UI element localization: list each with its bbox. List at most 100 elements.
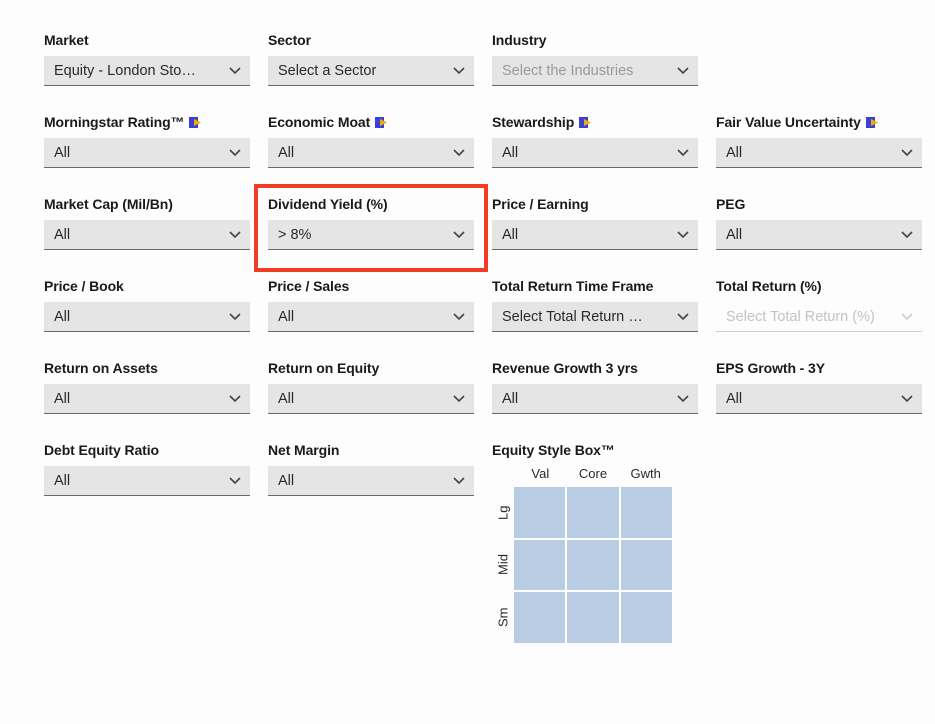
premium-icon	[375, 117, 388, 128]
return-on-assets-select[interactable]: All	[44, 384, 250, 414]
select-value: All	[278, 391, 294, 407]
field-debt-equity: Debt Equity Ratio All	[44, 442, 250, 643]
style-box-cell-sm-val[interactable]	[514, 592, 565, 643]
chevron-down-icon	[228, 230, 242, 240]
style-box-cell-sm-gwth[interactable]	[621, 592, 672, 643]
chevron-down-icon	[452, 312, 466, 322]
style-box-cell-mid-gwth[interactable]	[621, 540, 672, 591]
field-label: Equity Style Box™	[492, 442, 698, 458]
field-label: Debt Equity Ratio	[44, 442, 250, 458]
total-return-pct-select: Select Total Return (%)	[716, 302, 922, 332]
chevron-down-icon	[900, 230, 914, 240]
debt-equity-select[interactable]: All	[44, 466, 250, 496]
price-book-select[interactable]: All	[44, 302, 250, 332]
field-label-text: Market	[44, 32, 89, 48]
total-return-timeframe-select[interactable]: Select Total Return …	[492, 302, 698, 332]
select-value: All	[54, 227, 70, 243]
field-label-text: Debt Equity Ratio	[44, 442, 159, 458]
field-label: PEG	[716, 196, 922, 212]
premium-icon	[189, 117, 202, 128]
field-label-text: Price / Earning	[492, 196, 589, 212]
field-return-on-assets: Return on Assets All	[44, 360, 250, 414]
field-label-text: Price / Book	[44, 278, 124, 294]
style-box-row-header: Lg	[492, 487, 514, 539]
morningstar-rating-select[interactable]: All	[44, 138, 250, 168]
market-select[interactable]: Equity - London Sto…	[44, 56, 250, 86]
economic-moat-select[interactable]: All	[268, 138, 474, 168]
field-label-text: Revenue Growth 3 yrs	[492, 360, 638, 376]
field-label-text: Price / Sales	[268, 278, 349, 294]
select-value: All	[278, 473, 294, 489]
style-box-grid	[514, 487, 672, 643]
style-box-cell-mid-val[interactable]	[514, 540, 565, 591]
field-label: Dividend Yield (%)	[268, 196, 474, 212]
chevron-down-icon	[900, 394, 914, 404]
field-morningstar-rating: Morningstar Rating™All	[44, 114, 250, 168]
select-value: Select the Industries	[502, 63, 633, 79]
style-box: ValCoreGwthLgMidSm	[492, 466, 672, 643]
field-label-text: Market Cap (Mil/Bn)	[44, 196, 173, 212]
chevron-down-icon	[452, 476, 466, 486]
field-label: Industry	[492, 32, 698, 48]
select-value: > 8%	[278, 227, 311, 243]
premium-icon	[866, 117, 879, 128]
style-box-cell-lg-gwth[interactable]	[621, 487, 672, 538]
field-label: Economic Moat	[268, 114, 474, 130]
field-label: Price / Book	[44, 278, 250, 294]
style-box-cell-lg-core[interactable]	[567, 487, 618, 538]
field-label-text: Industry	[492, 32, 546, 48]
style-box-col-header: Core	[567, 466, 620, 481]
price-earning-select[interactable]: All	[492, 220, 698, 250]
field-label-text: Total Return (%)	[716, 278, 821, 294]
field-market: Market Equity - London Sto…	[44, 32, 250, 86]
field-label-text: Fair Value Uncertainty	[716, 114, 861, 130]
select-value: Select Total Return …	[502, 309, 643, 325]
select-value: All	[726, 227, 742, 243]
chevron-down-icon	[900, 312, 914, 322]
field-label-text: Return on Equity	[268, 360, 379, 376]
stewardship-select[interactable]: All	[492, 138, 698, 168]
style-box-cell-sm-core[interactable]	[567, 592, 618, 643]
field-label: Fair Value Uncertainty	[716, 114, 922, 130]
chevron-down-icon	[676, 66, 690, 76]
field-label-text: Return on Assets	[44, 360, 158, 376]
revenue-growth-select[interactable]: All	[492, 384, 698, 414]
select-value: Equity - London Sto…	[54, 63, 196, 79]
market-cap-select[interactable]: All	[44, 220, 250, 250]
select-value: All	[54, 473, 70, 489]
select-value: All	[726, 391, 742, 407]
field-label: Total Return (%)	[716, 278, 922, 294]
dividend-yield-select[interactable]: > 8%	[268, 220, 474, 250]
return-on-equity-select[interactable]: All	[268, 384, 474, 414]
industry-select[interactable]: Select the Industries	[492, 56, 698, 86]
chevron-down-icon	[452, 230, 466, 240]
fair-value-uncertainty-select[interactable]: All	[716, 138, 922, 168]
sector-select[interactable]: Select a Sector	[268, 56, 474, 86]
chevron-down-icon	[452, 394, 466, 404]
field-label-text: EPS Growth - 3Y	[716, 360, 825, 376]
field-market-cap: Market Cap (Mil/Bn) All	[44, 196, 250, 250]
filter-grid: MarketEquity - London Sto…SectorSelect a…	[44, 32, 891, 643]
select-value: All	[54, 309, 70, 325]
field-label-text: Stewardship	[492, 114, 574, 130]
grid-spacer	[716, 32, 922, 86]
style-box-col-header: Gwth	[619, 466, 672, 481]
chevron-down-icon	[228, 66, 242, 76]
select-value: Select a Sector	[278, 63, 376, 79]
field-eps-growth: EPS Growth - 3Y All	[716, 360, 922, 414]
chevron-down-icon	[676, 230, 690, 240]
peg-select[interactable]: All	[716, 220, 922, 250]
field-net-margin: Net MarginAll	[268, 442, 474, 643]
net-margin-select[interactable]: All	[268, 466, 474, 496]
field-label: EPS Growth - 3Y	[716, 360, 922, 376]
field-label-text: Equity Style Box™	[492, 442, 615, 458]
field-price-sales: Price / Sales All	[268, 278, 474, 332]
chevron-down-icon	[228, 476, 242, 486]
style-box-cell-mid-core[interactable]	[567, 540, 618, 591]
chevron-down-icon	[228, 394, 242, 404]
field-label: Price / Earning	[492, 196, 698, 212]
price-sales-select[interactable]: All	[268, 302, 474, 332]
style-box-cell-lg-val[interactable]	[514, 487, 565, 538]
eps-growth-select[interactable]: All	[716, 384, 922, 414]
select-value: Select Total Return (%)	[726, 309, 875, 325]
